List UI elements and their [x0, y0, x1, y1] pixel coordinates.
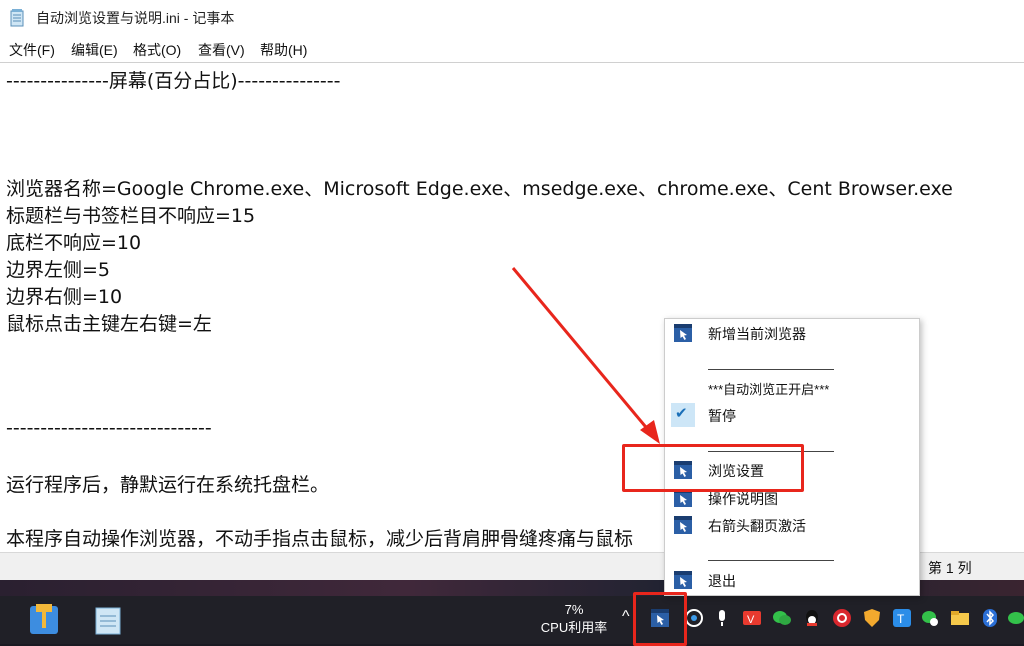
annotation-arrow [511, 267, 660, 444]
